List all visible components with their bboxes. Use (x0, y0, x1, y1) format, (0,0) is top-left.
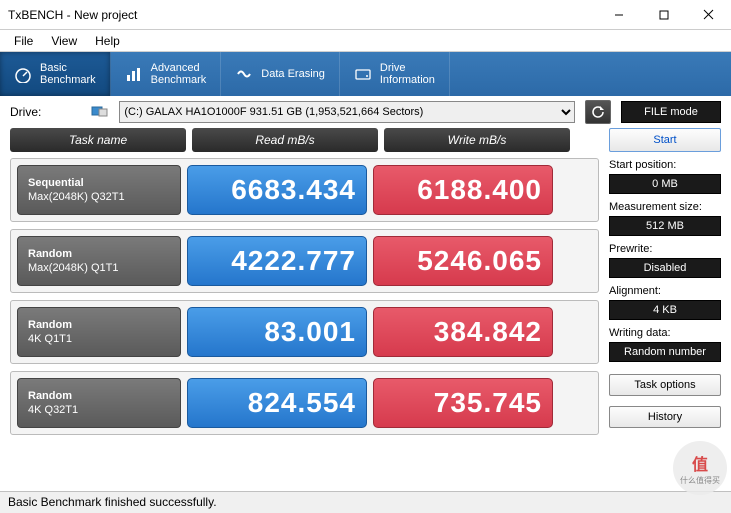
window-controls (596, 0, 731, 29)
drive-select[interactable]: (C:) GALAX HA1O1000F 931.51 GB (1,953,52… (119, 101, 575, 123)
history-button[interactable]: History (609, 406, 721, 428)
statusbar: Basic Benchmark finished successfully. (0, 491, 731, 513)
alignment-value[interactable]: 4 KB (609, 300, 721, 320)
read-value: 4222.777 (187, 236, 367, 286)
tabbar: BasicBenchmark AdvancedBenchmark Data Er… (0, 52, 731, 96)
menu-view[interactable]: View (43, 32, 85, 50)
write-value: 384.842 (373, 307, 553, 357)
file-mode-button[interactable]: FILE mode (621, 101, 721, 123)
menu-help[interactable]: Help (87, 32, 128, 50)
menu-file[interactable]: File (6, 32, 41, 50)
minimize-button[interactable] (596, 0, 641, 29)
measurement-size-label: Measurement size: (609, 201, 721, 213)
task-name: SequentialMax(2048K) Q32T1 (17, 165, 181, 215)
start-button[interactable]: Start (609, 128, 721, 152)
alignment-label: Alignment: (609, 285, 721, 297)
result-row: SequentialMax(2048K) Q32T16683.4346188.4… (10, 158, 599, 222)
task-name: RandomMax(2048K) Q1T1 (17, 236, 181, 286)
read-value: 6683.434 (187, 165, 367, 215)
menubar: File View Help (0, 30, 731, 52)
titlebar: TxBENCH - New project (0, 0, 731, 30)
write-value: 735.745 (373, 378, 553, 428)
task-name: Random4K Q32T1 (17, 378, 181, 428)
task-options-button[interactable]: Task options (609, 374, 721, 396)
write-value: 6188.400 (373, 165, 553, 215)
prewrite-label: Prewrite: (609, 243, 721, 255)
gauge-icon (14, 65, 32, 83)
write-value: 5246.065 (373, 236, 553, 286)
erase-icon (235, 65, 253, 83)
result-row: Random4K Q1T183.001384.842 (10, 300, 599, 364)
task-name: Random4K Q1T1 (17, 307, 181, 357)
tab-data-erasing[interactable]: Data Erasing (221, 52, 340, 96)
chart-icon (125, 65, 143, 83)
drive-label: Drive: (10, 105, 41, 119)
start-position-label: Start position: (609, 159, 721, 171)
benchmark-results: Task name Read mB/s Write mB/s Sequentia… (10, 128, 599, 442)
header-read: Read mB/s (192, 128, 378, 152)
maximize-button[interactable] (641, 0, 686, 29)
window-title: TxBENCH - New project (8, 8, 596, 22)
tab-advanced-benchmark[interactable]: AdvancedBenchmark (111, 52, 222, 96)
header-write: Write mB/s (384, 128, 570, 152)
read-value: 83.001 (187, 307, 367, 357)
result-row: RandomMax(2048K) Q1T14222.7775246.065 (10, 229, 599, 293)
writing-data-label: Writing data: (609, 327, 721, 339)
read-value: 824.554 (187, 378, 367, 428)
prewrite-value[interactable]: Disabled (609, 258, 721, 278)
drive-icon (91, 104, 109, 121)
tab-basic-benchmark[interactable]: BasicBenchmark (0, 52, 111, 96)
close-button[interactable] (686, 0, 731, 29)
refresh-button[interactable] (585, 100, 611, 124)
drive-icon (354, 65, 372, 83)
watermark: 值 什么值得买 (673, 441, 727, 495)
tab-drive-information[interactable]: DriveInformation (340, 52, 450, 96)
sidebar: Start Start position: 0 MB Measurement s… (609, 128, 721, 442)
drivebar: Drive: (C:) GALAX HA1O1000F 931.51 GB (1… (0, 96, 731, 128)
measurement-size-value[interactable]: 512 MB (609, 216, 721, 236)
start-position-value[interactable]: 0 MB (609, 174, 721, 194)
header-task: Task name (10, 128, 186, 152)
writing-data-value[interactable]: Random number (609, 342, 721, 362)
result-row: Random4K Q32T1824.554735.745 (10, 371, 599, 435)
